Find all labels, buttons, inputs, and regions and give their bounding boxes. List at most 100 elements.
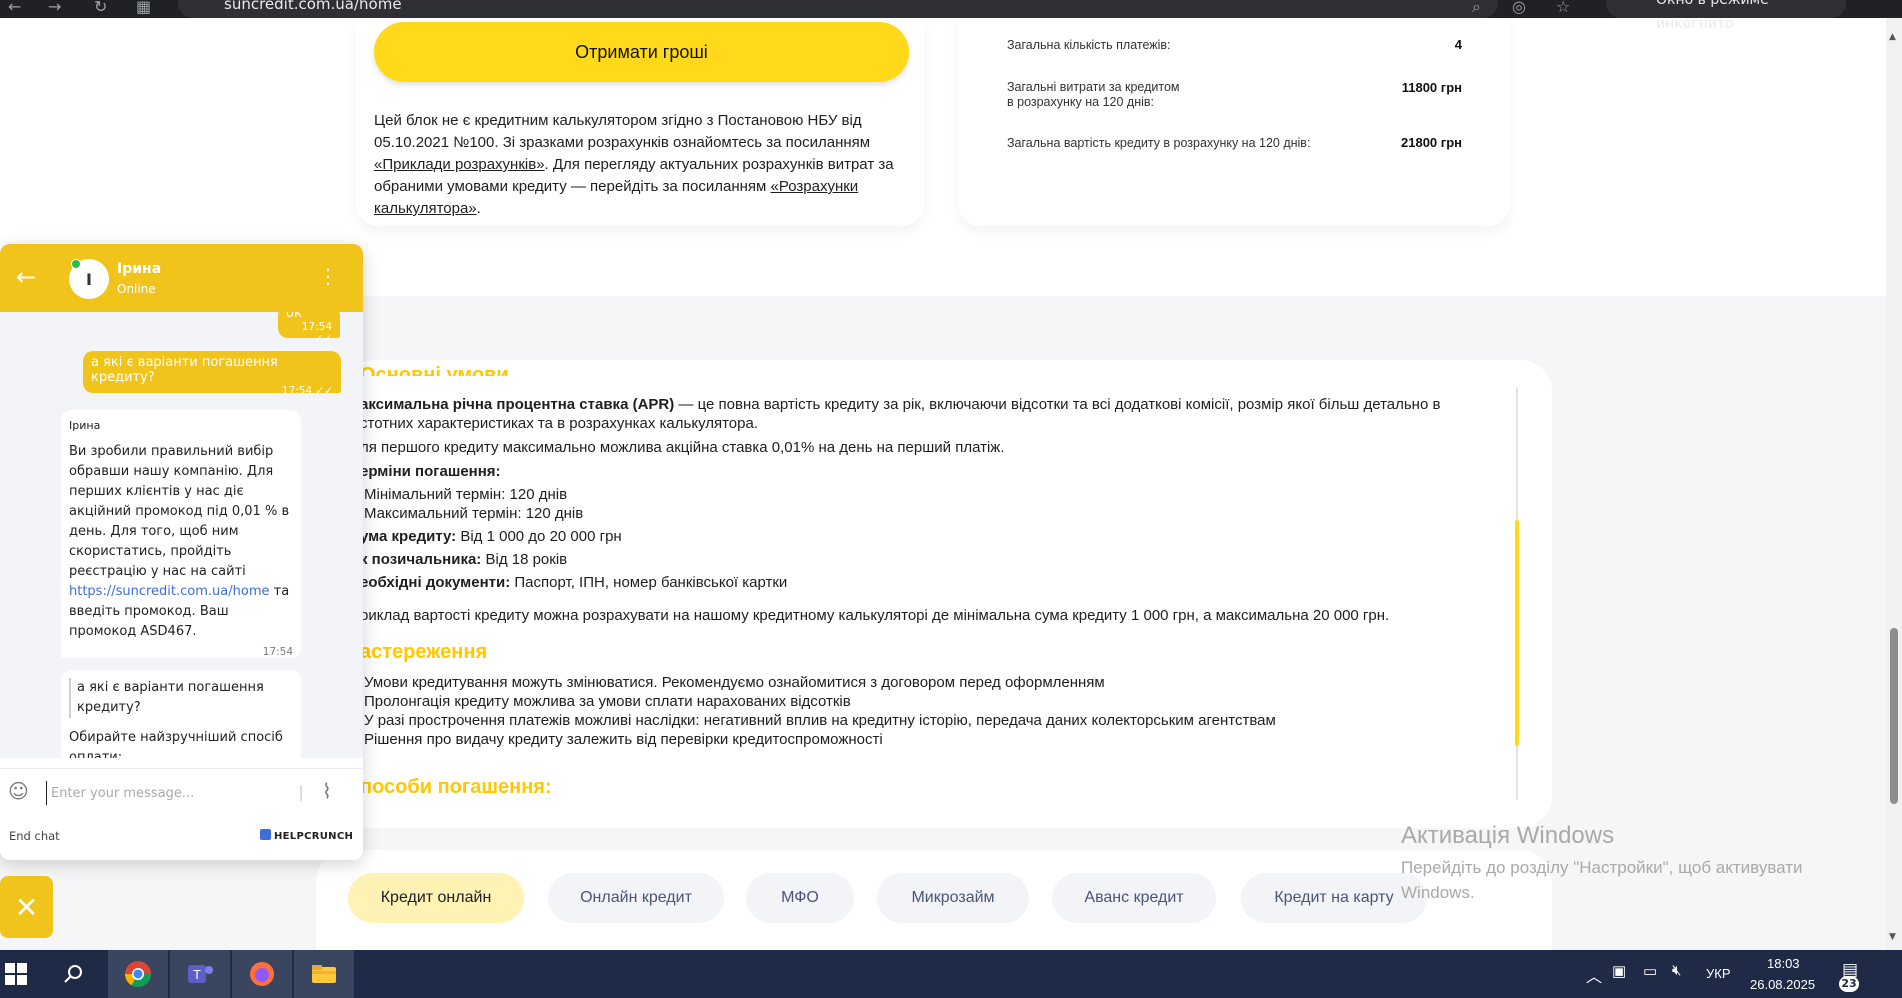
tab-avans-kredyt[interactable]: Аванс кредит: [1052, 873, 1216, 923]
emoji-icon[interactable]: ☺: [8, 779, 29, 803]
warning-item: Пролонгація кредиту можлива за умови спл…: [364, 693, 851, 710]
example-line: риклад вартості кредиту можна розрахуват…: [360, 607, 1390, 624]
docs-line: еобхідні документи: Паспорт, ІПН, номер …: [360, 574, 787, 592]
disclaimer-text: Цей блок не є кредитним калькулятором зг…: [374, 112, 871, 151]
battery-icon[interactable]: ▭: [1643, 962, 1657, 980]
message-time: 17:54 ✓✓: [91, 385, 333, 397]
chat-messages[interactable]: ок 17:54 ✓✓ а які є варіанти погашення к…: [0, 312, 363, 758]
agent-name: Ірина: [117, 261, 162, 277]
helpcrunch-logo[interactable]: HELPCRUNCH: [260, 829, 353, 842]
tab-mfo[interactable]: МФО: [746, 873, 854, 923]
repayment-heading: пособи погашення:: [360, 776, 552, 798]
teams-taskbar-icon[interactable]: T: [170, 950, 230, 998]
time-value: 17:54: [281, 385, 313, 397]
warning-item: Умови кредитування можуть змінюватися. Р…: [364, 674, 1105, 691]
chat-footer: End chat HELPCRUNCH: [0, 816, 363, 860]
conditions-content: Основні умови аксимальна річна процентна…: [340, 360, 1510, 808]
get-money-button[interactable]: Отримати гроші: [374, 22, 909, 82]
incognito-indicator[interactable]: Окно в режиме инкогнито: [1606, 0, 1846, 32]
start-button[interactable]: [0, 950, 32, 998]
browser-toolbar: ← → ↻ ▦ suncredit.com.ua/home ⌕ ◎ ☆ Окно…: [0, 0, 1902, 32]
clock-time[interactable]: 18:03: [1767, 956, 1800, 971]
scroll-up-icon[interactable]: ▲: [1889, 32, 1896, 42]
apr-line: аксимальна річна процентна ставка (APR) …: [360, 396, 1440, 414]
chat-composer: ☺ ⌇: [0, 768, 363, 816]
paperclip-icon[interactable]: ⌇: [322, 779, 332, 803]
apr-line-2: стотних характеристиках та в розрахунках…: [360, 415, 759, 432]
message-incoming: а які є варіанти погашення кредиту? Обир…: [61, 670, 301, 758]
windows-logo-icon: [5, 963, 27, 985]
chevron-up-icon[interactable]: ︿: [1586, 963, 1602, 987]
summary-label-costs: Загальні витрати за кредитом в розрахунк…: [1007, 80, 1180, 109]
close-chat-button[interactable]: ✕: [0, 876, 53, 938]
search-icon[interactable]: ⌕: [1472, 0, 1481, 17]
tab-kredyt-na-kartu[interactable]: Кредит на карту: [1241, 873, 1427, 923]
helpcrunch-icon: [260, 829, 271, 840]
warnings-heading: астереження: [360, 641, 488, 663]
apr-bold: аксимальна річна процентна ставка (APR): [360, 396, 675, 413]
conditions-card[interactable]: Основні умови аксимальна річна процентна…: [340, 360, 1552, 828]
summary-label-payments: Загальна кількість платежів:: [1007, 38, 1171, 52]
clock-date[interactable]: 26.08.2025: [1750, 977, 1815, 992]
double-check-icon: ✓✓: [314, 333, 332, 345]
url-text[interactable]: suncredit.com.ua/home: [224, 0, 402, 13]
amount-text: Від 1 000 до 20 000 грн: [456, 528, 622, 545]
language-indicator[interactable]: УКР: [1706, 966, 1731, 981]
message-text-a: Ви зробили правильний вибір обравши нашу…: [69, 444, 290, 579]
calculator-disclaimer: Цей блок не є кредитним калькулятором зг…: [374, 110, 904, 220]
tab-kredyt-onlain[interactable]: Кредит онлайн: [348, 873, 524, 923]
disclaimer-end: .: [476, 200, 481, 217]
tab-mikrozaim[interactable]: Микрозайм: [877, 873, 1029, 923]
message-input[interactable]: [46, 781, 296, 805]
chrome-taskbar-icon[interactable]: [108, 950, 168, 998]
age-text: Від 18 років: [481, 551, 568, 568]
page-scrollbar-thumb[interactable]: [1890, 628, 1898, 804]
first-loan-line: ля першого кредиту максимально можлива а…: [360, 439, 1005, 456]
windows-activation-subtitle: Перейдіть до розділу "Настройки", щоб ак…: [1401, 858, 1803, 902]
warning-item: Рішення про видачу кредиту залежить від …: [364, 731, 883, 748]
examples-link[interactable]: «Приклади розрахунків»: [374, 156, 545, 173]
term-max: Максимальний термін: 120 днів: [364, 505, 584, 522]
tab-onlain-kredyt[interactable]: Онлайн кредит: [548, 873, 724, 923]
tabs-icon[interactable]: ▦: [136, 0, 151, 16]
back-icon[interactable]: ←: [8, 0, 21, 16]
search-taskbar-icon[interactable]: [44, 950, 104, 998]
time-value: 17:54: [301, 321, 332, 333]
svg-text:T: T: [192, 968, 201, 982]
summary-value-costs: 11800 грн: [1401, 80, 1462, 95]
brand-text: HELPCRUNCH: [274, 831, 354, 842]
volume-muted-icon[interactable]: 🔇︎: [1672, 962, 1681, 979]
composer-divider: [300, 785, 302, 801]
more-vertical-icon[interactable]: ⋮: [318, 264, 338, 288]
network-icon[interactable]: ▣: [1612, 962, 1626, 980]
star-icon[interactable]: ☆: [1556, 0, 1570, 16]
incognito-label: Окно в режиме инкогнито: [1656, 0, 1769, 32]
windows-activation-title: Активація Windows: [1401, 822, 1615, 849]
summary-value-payments: 4: [1454, 37, 1462, 52]
file-explorer-taskbar-icon[interactable]: [294, 950, 354, 998]
double-check-icon: ✓✓: [315, 385, 333, 397]
message-text: а які є варіанти погашення кредиту?: [91, 355, 278, 385]
conditions-scrollbar-thumb[interactable]: [1515, 520, 1519, 746]
apr-text: — це повна вартість кредиту за рік, вклю…: [674, 396, 1441, 413]
reload-icon[interactable]: ↻: [94, 0, 107, 16]
summary-value-total: 21800 грн: [1401, 135, 1462, 150]
docs-text: Паспорт, ІПН, номер банківської картки: [510, 574, 788, 591]
end-chat-button[interactable]: End chat: [9, 829, 60, 843]
notification-count-badge: 23: [1839, 976, 1859, 992]
terms-heading: ерміни погашення:: [360, 463, 501, 481]
forward-icon[interactable]: →: [48, 0, 61, 16]
online-indicator-icon: [71, 259, 81, 269]
warning-item: У разі прострочення платежів можливі нас…: [364, 712, 1276, 729]
eye-off-icon[interactable]: ◎: [1512, 0, 1526, 16]
back-arrow-icon[interactable]: ←: [16, 264, 42, 290]
chat-header: ← І Ірина Online ⋮: [0, 244, 363, 312]
site-link[interactable]: https://suncredit.com.ua/home: [69, 584, 269, 599]
firefox-taskbar-icon[interactable]: [232, 950, 292, 998]
page-scrollbar[interactable]: ▲ ▼: [1886, 18, 1902, 950]
message-time: 17:54: [262, 646, 293, 658]
term-min: Мінімальний термін: 120 днів: [364, 486, 568, 503]
age-line: к позичальника: Від 18 років: [360, 551, 567, 569]
amount-bold: ума кредиту:: [360, 528, 457, 545]
scroll-down-icon[interactable]: ▼: [1889, 932, 1896, 942]
